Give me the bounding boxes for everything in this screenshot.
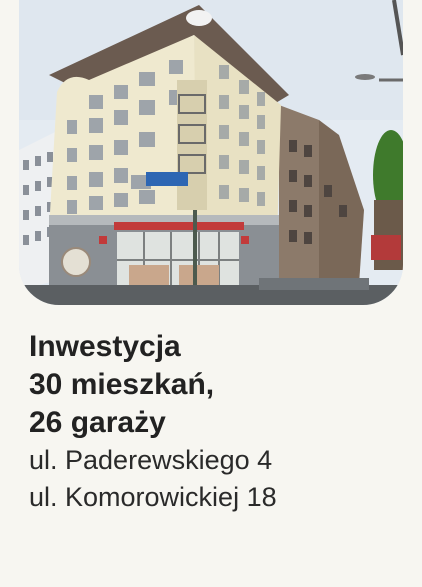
- address-line-komorowickiej: ul. Komorowickiej 18: [29, 482, 277, 512]
- card-text: Inwestycja 30 mieszkań, 26 garaży ul. Pa…: [29, 328, 277, 516]
- garages-count-line: 26 garaży: [29, 406, 166, 439]
- apartments-count-line: 30 mieszkań,: [29, 368, 215, 401]
- address-line-paderewskiego: ul. Paderewskiego 4: [29, 445, 273, 475]
- building-photo: [19, 0, 403, 305]
- investment-card[interactable]: Inwestycja 30 mieszkań, 26 garaży ul. Pa…: [0, 0, 422, 587]
- investment-title-line: Inwestycja: [29, 330, 181, 363]
